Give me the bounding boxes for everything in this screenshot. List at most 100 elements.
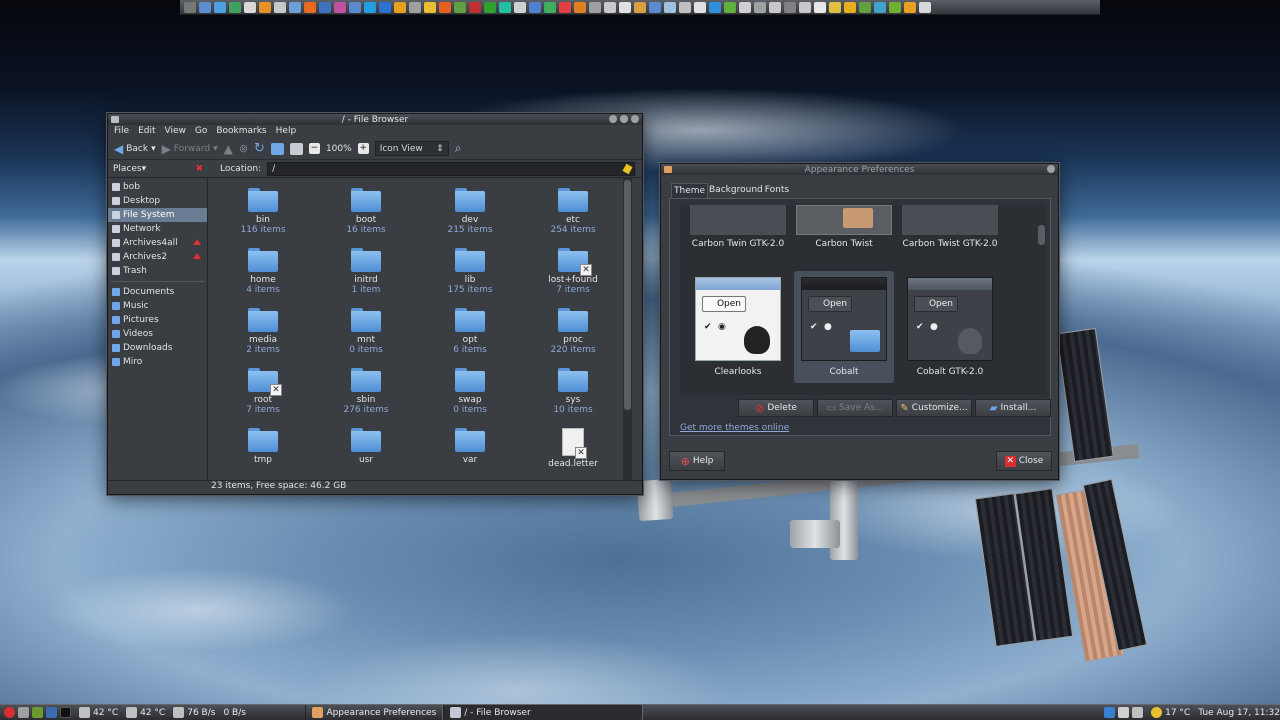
app-icon[interactable]	[844, 1, 856, 13]
app-icon[interactable]	[799, 1, 811, 13]
computer-button[interactable]	[289, 142, 303, 155]
sidebar-item-videos[interactable]: Videos	[108, 327, 207, 341]
edit-location-icon[interactable]	[622, 163, 633, 174]
folder-item[interactable]: var	[425, 428, 515, 465]
power-icon[interactable]	[4, 707, 15, 718]
app-icon[interactable]	[874, 1, 886, 13]
app-icon[interactable]	[754, 1, 766, 13]
spreadsheet-icon[interactable]	[229, 1, 241, 13]
app-icon[interactable]	[739, 1, 751, 13]
menu-edit[interactable]: Edit	[138, 126, 155, 137]
theme-list[interactable]: Carbon Twin GTK-2.0 Carbon Twist Carbon …	[680, 205, 1040, 395]
firefox-icon[interactable]	[259, 1, 271, 13]
search-button[interactable]: ⌕	[455, 141, 462, 156]
app-icon[interactable]	[529, 1, 541, 13]
menu-file[interactable]: File	[114, 126, 129, 137]
sidebar-item-desktop[interactable]: Desktop	[108, 194, 207, 208]
folder-item[interactable]: lib 175 items	[425, 248, 515, 295]
sidebar-item-music[interactable]: Music	[108, 299, 207, 313]
vertical-scrollbar[interactable]	[623, 178, 632, 480]
window-menu-icon[interactable]	[664, 166, 672, 173]
home-button[interactable]	[270, 142, 284, 155]
app-icon[interactable]	[349, 1, 361, 13]
reload-button[interactable]: ↻	[254, 141, 265, 156]
folder-item[interactable]: sbin 276 items	[321, 368, 411, 415]
app-icon[interactable]	[484, 1, 496, 13]
sidebar-item-pictures[interactable]: Pictures	[108, 313, 207, 327]
theme-item-cobalt[interactable]: Open ✔ ● Cobalt	[794, 271, 894, 383]
desktop-icon[interactable]	[46, 707, 57, 718]
theme-item-carbon-twist[interactable]: Carbon Twist	[794, 239, 894, 249]
zoom-in-button[interactable]: +	[357, 143, 369, 154]
app-icon[interactable]	[589, 1, 601, 13]
app-icon[interactable]	[709, 1, 721, 13]
close-button[interactable]	[631, 115, 639, 123]
folder-item[interactable]: tmp	[218, 428, 308, 465]
display-icon[interactable]	[1104, 707, 1116, 718]
theme-preview-carbon-twist-gtk[interactable]	[902, 205, 998, 235]
app-icon[interactable]	[319, 1, 331, 13]
theme-preview-carbon-twist[interactable]	[796, 205, 892, 235]
places-selector[interactable]: Places▾ ✖	[108, 164, 208, 174]
folder-item[interactable]: sys 10 items	[528, 368, 618, 415]
menu-icon[interactable]	[184, 1, 196, 13]
file-item[interactable]: ✕ dead.letter	[528, 428, 618, 469]
view-mode-select[interactable]: Icon View ⇕	[374, 141, 449, 156]
sidebar-item-miro[interactable]: Miro	[108, 355, 207, 369]
sidebar-item-archives2[interactable]: Archives2	[108, 250, 207, 264]
get-more-themes-link[interactable]: Get more themes online	[680, 423, 789, 433]
window-menu-icon[interactable]	[111, 116, 119, 123]
folder-item[interactable]: initrd 1 item	[321, 248, 411, 295]
weather[interactable]: 17 °C	[1147, 705, 1194, 720]
app-icon[interactable]	[469, 1, 481, 13]
zoom-out-button[interactable]: −	[308, 143, 320, 154]
app-icon[interactable]	[559, 1, 571, 13]
app-icon[interactable]	[334, 1, 346, 13]
menu-help[interactable]: Help	[276, 126, 297, 137]
theme-item-clearlooks[interactable]: Open ✔ ◉ Clearlooks	[688, 271, 788, 383]
app-icon[interactable]	[619, 1, 631, 13]
scrollbar-thumb[interactable]	[1038, 225, 1045, 245]
folder-item[interactable]: bin 116 items	[218, 188, 308, 235]
search-icon[interactable]	[274, 1, 286, 13]
sidebar-item-file-system[interactable]: File System	[108, 208, 207, 222]
customize-button[interactable]: ✎ Customize...	[896, 399, 972, 417]
up-button[interactable]: ▲	[224, 142, 233, 156]
install-button[interactable]: ▰ Install...	[975, 399, 1051, 417]
app-icon[interactable]	[574, 1, 586, 13]
app-icon[interactable]	[499, 1, 511, 13]
close-dialog-button[interactable]: ✕ Close	[996, 451, 1052, 471]
sidebar-item-network[interactable]: Network	[108, 222, 207, 236]
location-input[interactable]: /	[267, 161, 636, 176]
delete-button[interactable]: ⊘ Delete	[738, 399, 814, 417]
sidebar-item-bob[interactable]: bob	[108, 180, 207, 194]
app-icon[interactable]	[769, 1, 781, 13]
app-icon[interactable]	[859, 1, 871, 13]
theme-item-carbon-twin-gtk[interactable]: Carbon Twin GTK-2.0	[688, 239, 788, 249]
folder-item[interactable]: home 4 items	[218, 248, 308, 295]
task-appearance-preferences[interactable]: Appearance Preferences	[305, 704, 444, 720]
user-icon[interactable]	[919, 1, 931, 13]
folder-item[interactable]: dev 215 items	[425, 188, 515, 235]
app-icon[interactable]	[889, 1, 901, 13]
folder-item[interactable]: media 2 items	[218, 308, 308, 355]
app-icon[interactable]	[649, 1, 661, 13]
app-icon[interactable]	[394, 1, 406, 13]
minimize-button[interactable]	[609, 115, 617, 123]
file-browser-titlebar[interactable]: / - File Browser	[108, 114, 642, 125]
back-button[interactable]: ◀ Back ▾	[114, 142, 156, 156]
folder-item[interactable]: mnt 0 items	[321, 308, 411, 355]
app-icon[interactable]	[304, 1, 316, 13]
folder-item[interactable]: boot 16 items	[321, 188, 411, 235]
help-button[interactable]: ⊕ Help	[669, 451, 725, 471]
app-icon[interactable]	[32, 707, 43, 718]
app-icon[interactable]	[679, 1, 691, 13]
scrollbar-thumb[interactable]	[624, 180, 631, 410]
folder-item[interactable]: usr	[321, 428, 411, 465]
network-icon[interactable]	[1118, 707, 1130, 718]
clock[interactable]: Tue Aug 17, 11:32	[1194, 705, 1280, 720]
folder-item[interactable]: opt 6 items	[425, 308, 515, 355]
eject-icon[interactable]	[193, 239, 201, 245]
browser-icon[interactable]	[289, 1, 301, 13]
task-file-browser[interactable]: / - File Browser	[443, 704, 644, 720]
